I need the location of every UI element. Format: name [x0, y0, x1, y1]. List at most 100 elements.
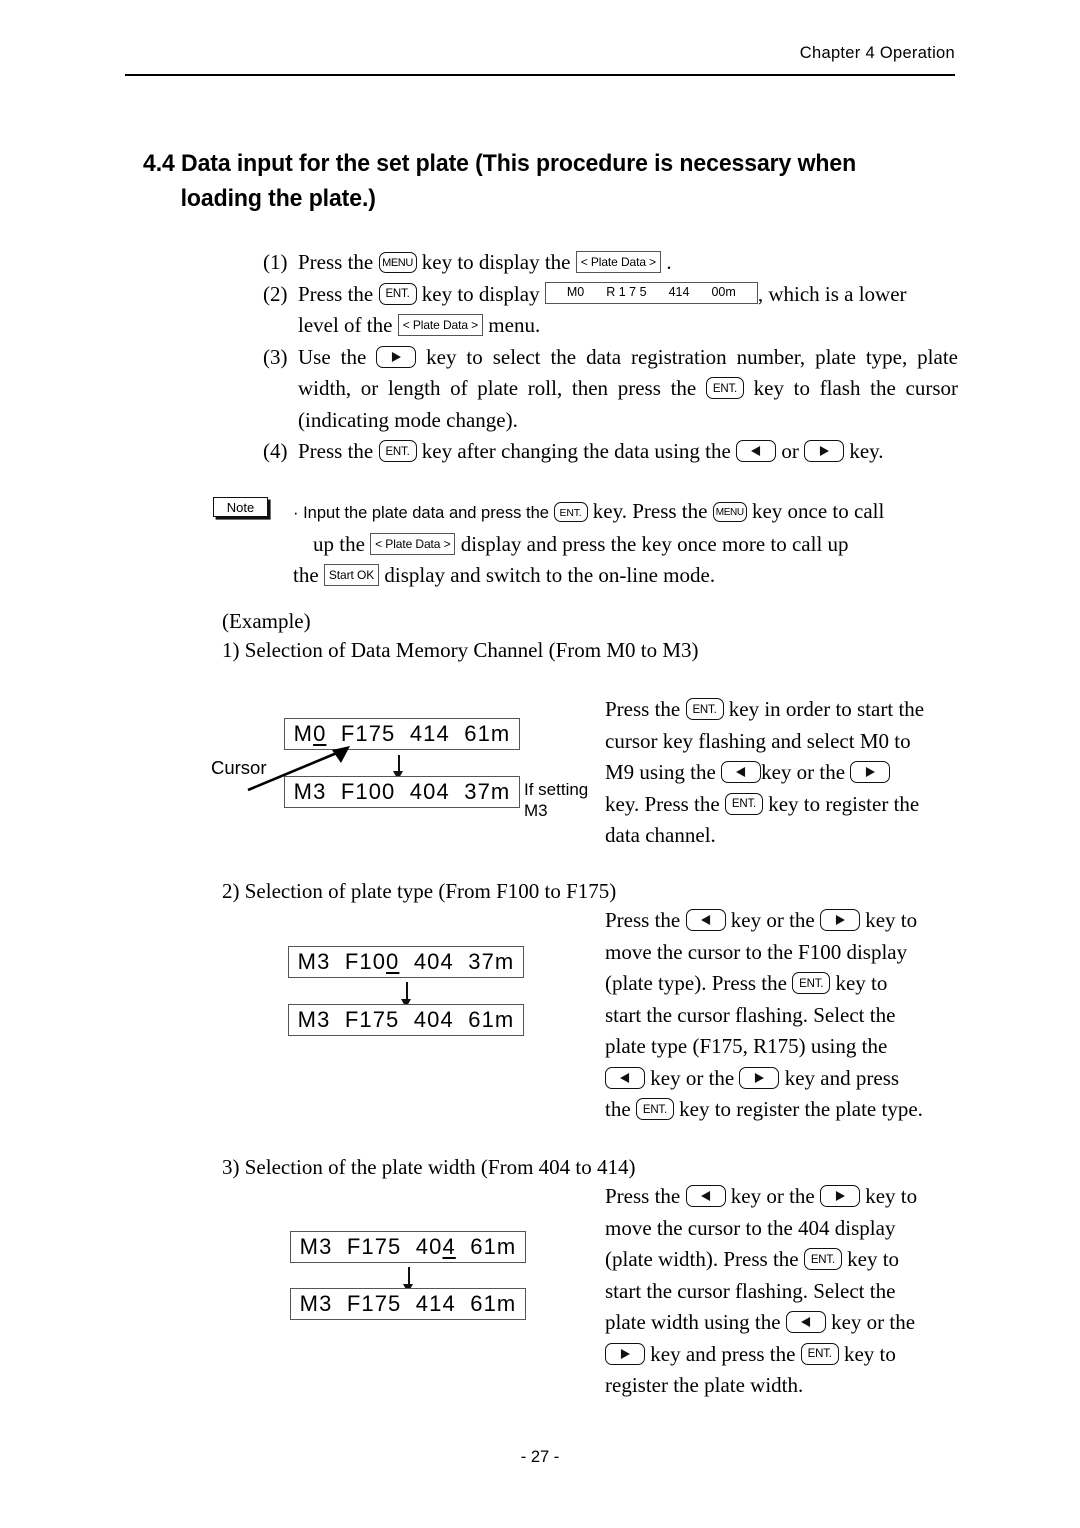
line-text-a: (plate width). Press the [605, 1247, 804, 1271]
section-1-side-note: If setting M3 [524, 779, 588, 821]
running-header: Chapter 4 Operation [799, 44, 955, 62]
step-2-text-e: menu. [483, 313, 541, 337]
line-text-c: key to [859, 908, 918, 932]
left-arrow-key-icon[interactable] [685, 909, 726, 932]
ent-key-icon[interactable]: ENT. [685, 698, 724, 721]
lcd-channel: M0 [566, 285, 585, 300]
section-3-lcd-before: M3 F175 40 4 61m [290, 1231, 526, 1263]
right-triangle-glyph [866, 767, 876, 778]
ent-key-icon[interactable]: ENT. [724, 792, 763, 815]
left-arrow-key-icon[interactable] [785, 1311, 826, 1334]
step-2-text-d: level of the [298, 313, 398, 337]
lcd-display-readout: M0 R 1 7 5 414 00m [544, 281, 758, 304]
left-triangle-glyph [700, 915, 710, 926]
right-triangle-glyph [620, 1348, 630, 1359]
section-2-heading: 2) Selection of plate type (From F100 to… [222, 879, 617, 903]
menu-key-icon[interactable]: MENU [712, 501, 747, 522]
menu-key-icon[interactable]: MENU [378, 251, 417, 273]
right-arrow-key-icon[interactable] [804, 440, 845, 463]
right-arrow-key-icon[interactable] [739, 1066, 780, 1089]
section-3-paragraph: Press the key or the key to move the cur… [605, 1181, 953, 1402]
step-2-text-b: key to display [416, 281, 545, 306]
step-4-text-c: or [776, 439, 805, 463]
step-1-number: (1) [263, 250, 288, 274]
right-triangle-glyph [392, 351, 402, 362]
paragraph-line: key or the key and press [605, 1063, 953, 1095]
right-arrow-key-icon[interactable] [376, 345, 417, 368]
step-4-number: (4) [263, 439, 288, 463]
left-triangle-glyph [751, 446, 761, 457]
note-line-2-b: display and press the key once more to c… [455, 532, 849, 556]
paragraph-line: Press the key or the key to [605, 1181, 953, 1213]
page-title-line-2: loading the plate.) [180, 185, 376, 212]
step-3-text-d: key to flash the cursor [743, 376, 958, 400]
lcd-plate-length: 00m [711, 285, 736, 300]
header-divider [125, 74, 955, 76]
line-text-a: Press the [605, 697, 686, 721]
line-text-a: Press the [605, 908, 686, 932]
right-arrow-key-icon[interactable] [605, 1342, 645, 1365]
step-1-text: Press the MENU key to display the < Plat… [298, 247, 958, 279]
paragraph-line: move the cursor to the 404 display [605, 1215, 896, 1240]
line-text-b: key or the [725, 908, 820, 932]
line-text-b: key to register the [762, 791, 920, 816]
left-arrow-key-icon[interactable] [685, 1185, 726, 1208]
line-text-c: key and press [779, 1065, 900, 1090]
paragraph-line: plate width using the key or the [605, 1307, 953, 1339]
step-2-text: Press the ENT. key to display M0 R 1 7 5 4… [298, 279, 958, 342]
ent-key-icon[interactable]: ENT. [792, 972, 831, 995]
paragraph-line: (plate type). Press the ENT. key to [605, 968, 953, 1000]
step-2-number: (2) [263, 281, 288, 306]
lcd-plate-width: 414 [668, 285, 690, 300]
ent-key-icon[interactable]: ENT. [705, 377, 744, 400]
step-2-text-a: Press the [298, 281, 379, 306]
ent-key-icon[interactable]: ENT. [800, 1342, 839, 1365]
step-1: (1) Press the MENU key to display the < … [263, 247, 958, 279]
side-note-line-2: M3 [524, 801, 548, 820]
ent-key-icon[interactable]: ENT. [378, 282, 417, 305]
lcd-cursor-char: 0 [386, 949, 400, 974]
page-footer: - 27 - [520, 1448, 560, 1466]
section-2-paragraph: Press the key or the key to move the cur… [605, 905, 953, 1126]
plate-data-tag: < Plate Data > [575, 251, 662, 274]
line-text-b: key in order to start the [723, 697, 925, 721]
step-4-text-d: key. [844, 439, 884, 463]
right-arrow-key-icon[interactable] [819, 1185, 860, 1208]
lcd-cursor-char: 4 [442, 1234, 456, 1259]
section-2-lcd-after: M3 F175 404 61m [288, 1004, 524, 1036]
left-arrow-key-icon[interactable] [721, 761, 762, 784]
plate-data-tag: < Plate Data > [370, 533, 456, 556]
ent-key-icon[interactable]: ENT. [378, 440, 417, 463]
section-3-lcd-after: M3 F175 414 61m [290, 1288, 526, 1320]
left-arrow-key-icon[interactable] [605, 1066, 645, 1089]
arrow-stem [406, 982, 408, 1000]
cursor-annotation-label: Cursor [211, 757, 267, 778]
right-arrow-key-icon[interactable] [819, 909, 860, 932]
line-text-b: key to register the plate type. [673, 1097, 923, 1121]
step-3-text: Use the key to select the data registrat… [298, 342, 958, 437]
left-triangle-glyph [800, 1317, 810, 1328]
lcd-text-post: 404 37m [399, 949, 515, 974]
paragraph-line: Press the ENT. key in order to start the [605, 694, 953, 726]
step-1-text-c: . [661, 250, 672, 274]
section-1-heading: 1) Selection of Data Memory Channel (Fro… [222, 638, 699, 662]
line-text-b: key or the [761, 760, 851, 784]
arrow-stem [398, 755, 400, 772]
line-text-c: key to [859, 1184, 918, 1208]
ent-key-icon[interactable]: ENT. [635, 1098, 674, 1121]
step-2: (2) Press the ENT. key to display M0 R 1 … [263, 279, 958, 342]
line-text-b: key to [841, 1247, 900, 1271]
left-triangle-glyph [700, 1191, 710, 1202]
ent-key-icon[interactable]: ENT. [553, 501, 588, 522]
line-text-a: key. Press the [605, 791, 725, 816]
step-2-text-c: , which is a lower [757, 281, 907, 306]
right-arrow-key-icon[interactable] [850, 761, 891, 784]
ent-key-icon[interactable]: ENT. [803, 1248, 842, 1271]
left-arrow-key-icon[interactable] [736, 440, 777, 463]
step-3-number: (3) [263, 344, 288, 369]
line-text-a: M9 using the [605, 760, 722, 784]
step-1-text-b: key to display the [416, 250, 576, 274]
lcd-plate-type: R 1 7 5 [606, 285, 647, 300]
step-4: (4) Press the ENT. key after changing th… [263, 436, 958, 468]
page-title-line-1: 4.4 Data input for the set plate (This p… [143, 150, 857, 177]
